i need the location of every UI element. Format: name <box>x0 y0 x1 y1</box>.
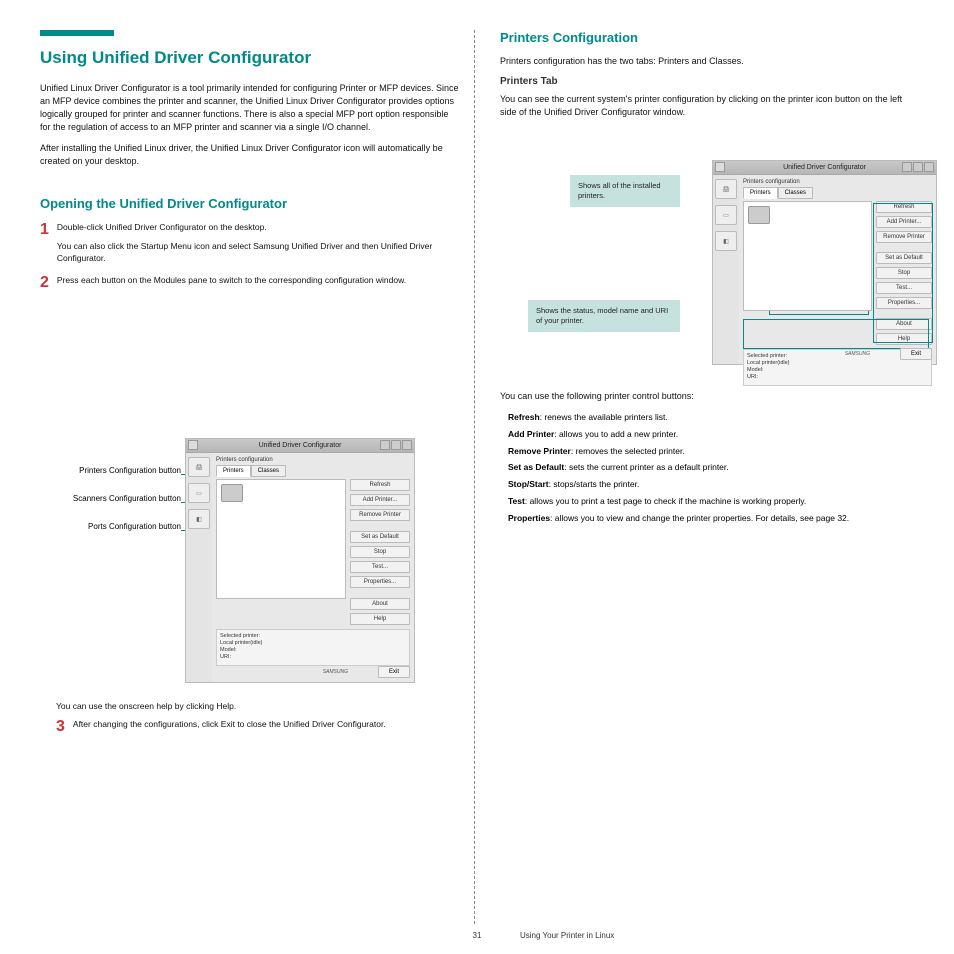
samsung-logo: SAMSUNG <box>323 669 348 675</box>
section-heading: Using Unified Driver Configurator <box>40 48 460 68</box>
panel-label: Printers configuration <box>743 179 932 185</box>
right-p2: You can see the current system's printer… <box>500 93 920 119</box>
control-buttons-intro: You can use the following printer contro… <box>500 390 920 403</box>
window-controls <box>902 162 934 172</box>
remove-printer-button[interactable]: Remove Printer <box>350 509 410 521</box>
button-descriptions: Refresh: renews the available printers l… <box>504 411 920 524</box>
samsung-logo: SAMSUNG <box>845 351 870 357</box>
window-titlebar: Unified Driver Configurator <box>713 161 936 175</box>
ports-module-button[interactable]: ◧ <box>188 509 210 529</box>
page-footer: 31 <box>0 931 954 940</box>
refresh-button[interactable]: Refresh <box>350 479 410 491</box>
right-intro: Printers configuration has the two tabs:… <box>500 55 920 68</box>
window-title: Unified Driver Configurator <box>783 164 866 171</box>
scanners-module-button[interactable]: ▭ <box>715 205 737 225</box>
modules-pane: 🖨 ▭ ◧ <box>186 453 212 682</box>
callout-printers-config: Printers Configuration button <box>31 466 181 476</box>
tab-printers[interactable]: Printers <box>743 187 778 199</box>
panel-label: Printers configuration <box>216 457 410 463</box>
exit-button[interactable]: Exit <box>900 348 932 360</box>
screenshot-2-container: Unified Driver Configurator 🖨 ▭ ◧ Printe… <box>712 160 937 365</box>
window-icon <box>715 162 725 172</box>
port-icon: ◧ <box>196 516 202 523</box>
about-button[interactable]: About <box>350 598 410 610</box>
printers-tab-heading: Printers Tab <box>500 76 920 87</box>
tab-classes[interactable]: Classes <box>251 465 286 477</box>
accent-bar <box>40 30 114 36</box>
subsection-heading: Opening the Unified Driver Configurator <box>40 196 460 211</box>
tab-printers[interactable]: Printers <box>216 465 251 477</box>
ports-module-button[interactable]: ◧ <box>715 231 737 251</box>
stop-button[interactable]: Stop <box>350 546 410 558</box>
scanners-module-button[interactable]: ▭ <box>188 483 210 503</box>
callout-status-model-uri: Shows the status, model name and URI of … <box>528 300 680 332</box>
step-number: 3 <box>56 718 65 736</box>
intro-paragraph-2: After installing the Unified Linux drive… <box>40 142 460 168</box>
callout-scanners-config: Scanners Configuration button <box>31 494 181 504</box>
column-divider <box>474 30 475 924</box>
window-titlebar: Unified Driver Configurator <box>186 439 414 453</box>
step-1-text: Double-click Unified Driver Configurator… <box>57 221 460 233</box>
properties-button[interactable]: Properties... <box>350 576 410 588</box>
intro-paragraph-1: Unified Linux Driver Configurator is a t… <box>40 82 460 134</box>
printers-module-button[interactable]: 🖨 <box>715 179 737 199</box>
selected-printer-info: Selected printer: Local printer(idle) Mo… <box>216 629 410 666</box>
printer-list-item-icon <box>748 206 770 224</box>
window-icon <box>188 440 198 450</box>
callout-ports-config: Ports Configuration button <box>31 522 181 532</box>
step-1b-text: You can also click the Startup Menu icon… <box>57 240 460 265</box>
exit-button[interactable]: Exit <box>378 666 410 678</box>
printers-module-button[interactable]: 🖨 <box>188 457 210 477</box>
test-button[interactable]: Test... <box>350 561 410 573</box>
modules-pane: 🖨 ▭ ◧ <box>713 175 739 364</box>
scanner-icon: ▭ <box>196 490 202 497</box>
tab-classes[interactable]: Classes <box>778 187 813 199</box>
step-number: 1 <box>40 221 49 270</box>
printer-icon: 🖨 <box>195 464 203 471</box>
footer-title: Using Your Printer in Linux <box>520 931 614 940</box>
step-2-text: Press each button on the Modules pane to… <box>57 274 460 286</box>
screenshot-configurator-1: Unified Driver Configurator 🖨 ▭ ◧ Pri <box>185 438 415 683</box>
tip-text: You can use the onscreen help by clickin… <box>56 700 456 712</box>
scanner-icon: ▭ <box>723 212 729 219</box>
set-default-button[interactable]: Set as Default <box>350 531 410 543</box>
window-title: Unified Driver Configurator <box>259 442 342 449</box>
add-printer-button[interactable]: Add Printer... <box>350 494 410 506</box>
printer-icon: 🖨 <box>722 186 730 193</box>
highlight-info <box>743 319 929 349</box>
printers-listbox[interactable] <box>216 479 346 599</box>
port-icon: ◧ <box>723 238 729 245</box>
right-column: Printers Configuration Printers configur… <box>500 30 920 127</box>
printers-listbox[interactable] <box>743 201 872 311</box>
help-button[interactable]: Help <box>350 613 410 625</box>
step-number: 2 <box>40 274 49 292</box>
screenshot-1-container: Printers Configuration button Scanners C… <box>185 438 415 683</box>
window-controls <box>380 440 412 450</box>
right-subsection-heading: Printers Configuration <box>500 30 920 45</box>
left-column: Using Unified Driver Configurator Unifie… <box>40 30 460 297</box>
screenshot-configurator-2: Unified Driver Configurator 🖨 ▭ ◧ Printe… <box>712 160 937 365</box>
step-3-text: After changing the configurations, click… <box>73 718 456 730</box>
printer-list-item-icon <box>221 484 243 502</box>
callout-installed-printers: Shows all of the installed printers. <box>570 175 680 207</box>
